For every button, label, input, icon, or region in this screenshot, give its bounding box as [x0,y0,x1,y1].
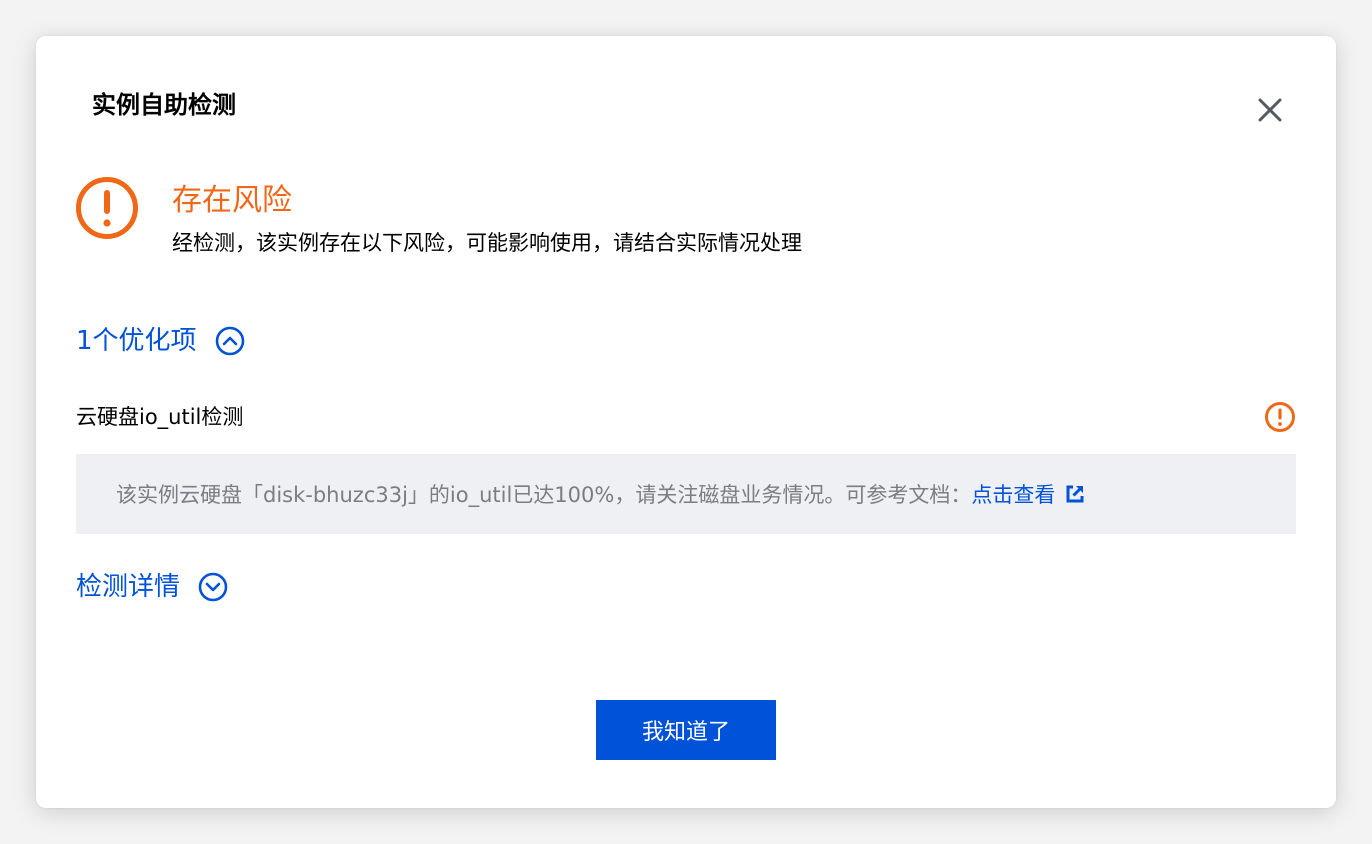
optimization-toggle-label: 1个优化项 [76,326,197,356]
check-item-message-box: 该实例云硬盘「disk-bhuzc33j」的io_util已达100%，请关注磁… [76,454,1296,534]
ok-button[interactable]: 我知道了 [596,700,776,760]
check-item-message: 该实例云硬盘「disk-bhuzc33j」的io_util已达100%，请关注磁… [116,483,972,507]
warning-icon [75,176,139,240]
close-icon[interactable] [1254,94,1286,126]
optimization-toggle[interactable]: 1个优化项 [76,323,245,359]
chevron-down-icon [198,572,228,602]
check-item-name: 云硬盘io_util检测 [76,405,244,429]
view-doc-link-label: 点击查看 [971,483,1056,507]
item-warning-icon [1264,401,1296,433]
status-title: 存在风险 [172,183,292,218]
details-toggle[interactable]: 检测详情 [76,569,228,605]
external-link-icon [1066,485,1084,503]
status-description: 经检测，该实例存在以下风险，可能影响使用，请结合实际情况处理 [172,231,802,255]
self-check-dialog: 实例自助检测 存在风险 经检测，该实例存在以下风险，可能影响使用，请结合实际情况… [36,36,1336,808]
view-doc-link[interactable]: 点击查看 [971,479,1085,509]
dialog-title: 实例自助检测 [92,91,236,119]
details-toggle-label: 检测详情 [76,572,181,602]
chevron-up-icon [215,326,244,356]
